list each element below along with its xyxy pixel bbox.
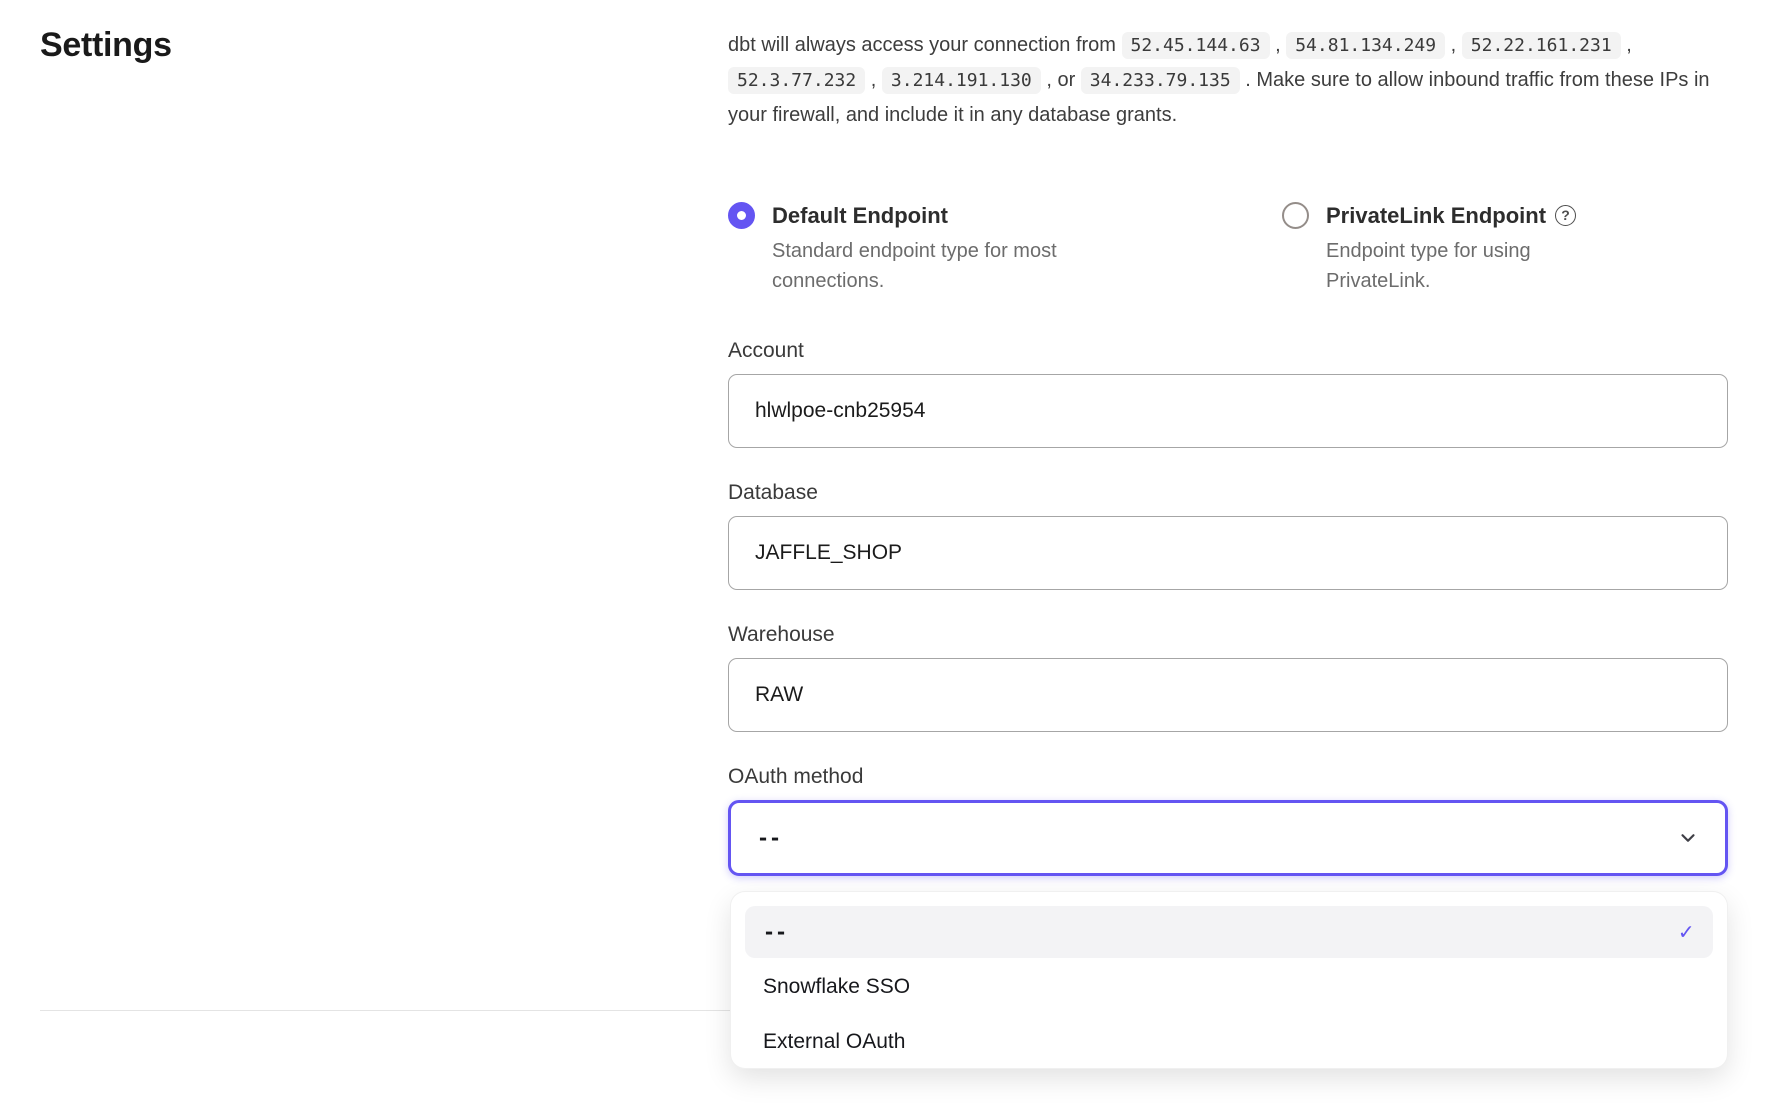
oauth-method-field: OAuth method -- (728, 764, 1728, 876)
radio-option-default-endpoint[interactable]: Default Endpoint Standard endpoint type … (728, 201, 1282, 296)
check-icon: ✓ (1679, 921, 1693, 944)
page-title: Settings (40, 26, 172, 65)
account-field: Account (728, 338, 1728, 448)
oauth-method-dropdown: -- ✓ Snowflake SSO External OAuth (731, 892, 1727, 1068)
warehouse-input[interactable] (728, 658, 1728, 732)
radio-option-privatelink-endpoint[interactable]: PrivateLink Endpoint? Endpoint type for … (1282, 201, 1728, 296)
radio-option-description: Standard endpoint type for most connecti… (772, 236, 1122, 296)
dropdown-option-label: Snowflake SSO (763, 975, 910, 999)
account-label: Account (728, 338, 1728, 364)
radio-option-label: PrivateLink Endpoint (1326, 203, 1546, 228)
section-divider (40, 1010, 732, 1011)
warehouse-field: Warehouse (728, 622, 1728, 732)
warehouse-label: Warehouse (728, 622, 1728, 648)
database-field: Database (728, 480, 1728, 590)
help-icon[interactable]: ? (1555, 205, 1576, 226)
dropdown-option-label: External OAuth (763, 1030, 905, 1054)
intro-text: dbt will always access your connection f… (728, 34, 1122, 56)
ip-chip: 34.233.79.135 (1081, 67, 1240, 94)
dropdown-option-snowflake-sso[interactable]: Snowflake SSO (745, 961, 1713, 1013)
oauth-method-select[interactable]: -- (728, 800, 1728, 876)
oauth-method-selected-value: -- (757, 826, 781, 850)
radio-unselected-icon[interactable] (1282, 202, 1309, 229)
ip-chip: 3.214.191.130 (882, 67, 1041, 94)
chevron-down-icon (1677, 827, 1699, 849)
oauth-method-label: OAuth method (728, 764, 1728, 790)
connection-settings-panel: dbt will always access your connection f… (728, 28, 1728, 1068)
radio-option-description: Endpoint type for using PrivateLink. (1326, 236, 1586, 296)
dropdown-option-label: -- (763, 920, 787, 944)
dropdown-option-none[interactable]: -- ✓ (745, 906, 1713, 958)
ip-chip: 54.81.134.249 (1286, 32, 1445, 59)
account-input[interactable] (728, 374, 1728, 448)
radio-option-label: Default Endpoint (772, 203, 948, 228)
ip-chip: 52.22.161.231 (1462, 32, 1621, 59)
endpoint-type-radio-group: Default Endpoint Standard endpoint type … (728, 201, 1728, 296)
ip-chip: 52.45.144.63 (1122, 32, 1270, 59)
radio-selected-icon[interactable] (728, 202, 755, 229)
database-label: Database (728, 480, 1728, 506)
dropdown-option-external-oauth[interactable]: External OAuth (745, 1016, 1713, 1068)
ip-allowlist-note: dbt will always access your connection f… (728, 28, 1728, 133)
database-input[interactable] (728, 516, 1728, 590)
ip-chip: 52.3.77.232 (728, 67, 865, 94)
